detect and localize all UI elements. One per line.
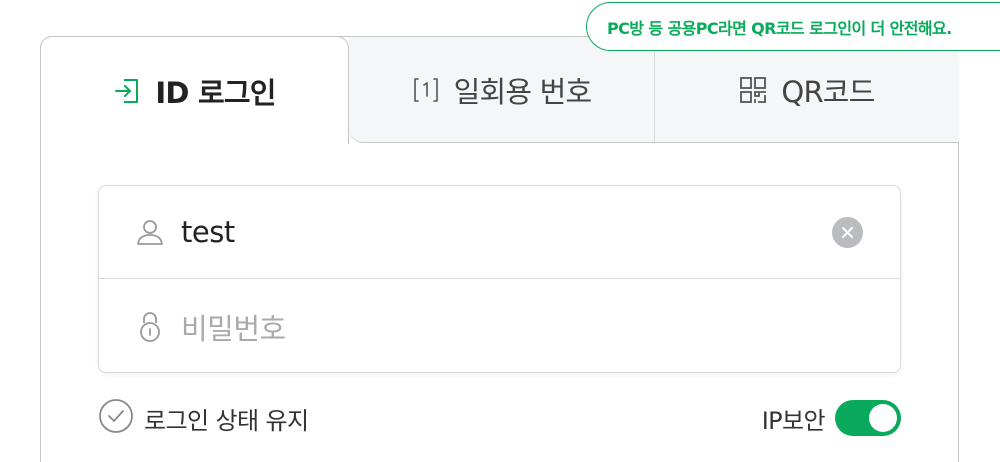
check-circle-icon	[98, 398, 134, 438]
ip-security: IP보안	[762, 398, 901, 438]
one-time-number-icon	[412, 76, 440, 104]
tab-qr-code[interactable]: QR코드	[654, 37, 959, 143]
tab-id-login[interactable]: ID 로그인	[40, 36, 349, 144]
login-panel: ID 로그인 일회용 번호 QR코드 test 비밀번호 로그인 상태 유지 I…	[40, 36, 959, 462]
ip-security-toggle[interactable]	[835, 400, 901, 436]
id-field[interactable]: test	[99, 186, 900, 279]
password-placeholder: 비밀번호	[181, 311, 286, 346]
password-field[interactable]: 비밀번호	[99, 280, 900, 373]
ip-security-label: IP보안	[761, 406, 826, 435]
tab-qr-code-label: QR코드	[781, 74, 875, 109]
qr-code-icon	[739, 76, 767, 104]
tab-one-time-number-label: 일회용 번호	[453, 74, 593, 109]
id-value: test	[181, 215, 235, 249]
toggle-knob	[869, 404, 897, 432]
clear-icon[interactable]	[832, 217, 863, 248]
keep-login-label: 로그인 상태 유지	[144, 406, 309, 435]
lock-icon	[133, 311, 167, 343]
tab-one-time-number[interactable]: 일회용 번호	[349, 37, 654, 143]
user-icon	[133, 217, 167, 247]
login-options: 로그인 상태 유지 IP보안	[98, 398, 901, 438]
login-tabs: ID 로그인 일회용 번호 QR코드	[40, 36, 959, 144]
qr-recommendation-tooltip: PC방 등 공용PC라면 QR코드 로그인이 더 안전해요.	[586, 2, 1000, 51]
login-form: test 비밀번호	[98, 185, 901, 373]
login-arrow-icon	[113, 77, 141, 105]
keep-login-checkbox[interactable]: 로그인 상태 유지	[98, 398, 309, 438]
tab-id-login-label: ID 로그인	[155, 75, 276, 110]
tooltip-text: PC방 등 공용PC라면 QR코드 로그인이 더 안전해요.	[607, 18, 952, 38]
